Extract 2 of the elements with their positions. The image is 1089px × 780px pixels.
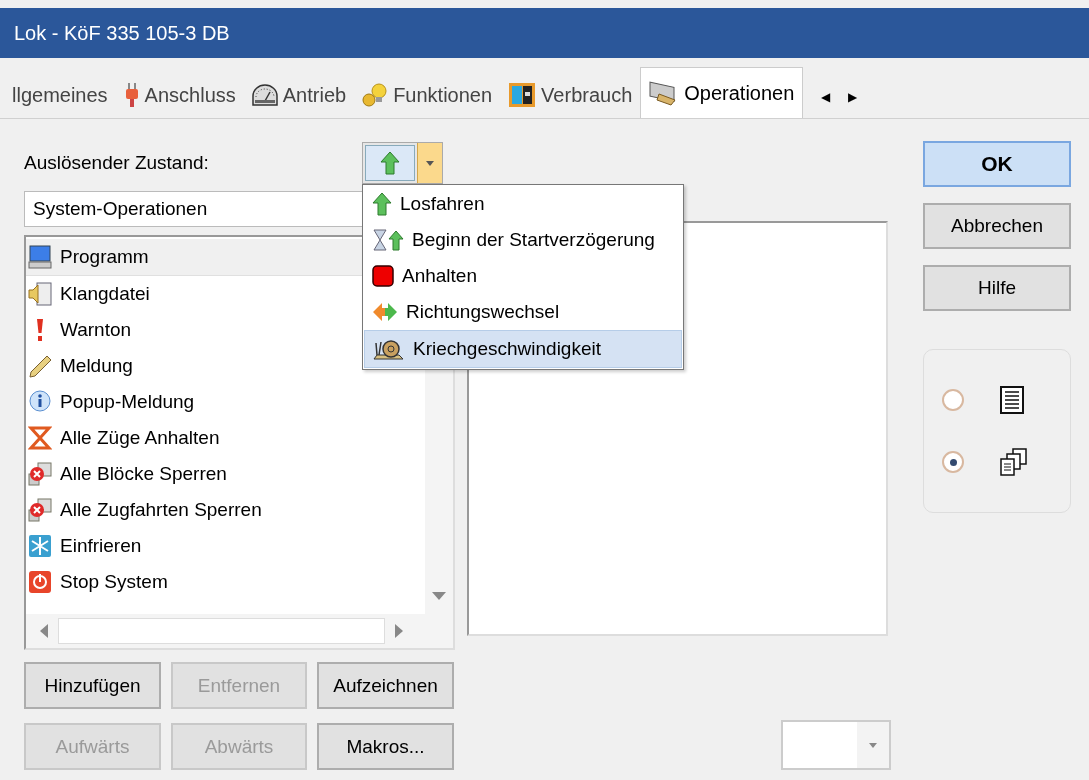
window-title: Lok - KöF 335 105-3 DB (14, 21, 230, 45)
trigger-label: Auslösender Zustand: (24, 152, 210, 174)
